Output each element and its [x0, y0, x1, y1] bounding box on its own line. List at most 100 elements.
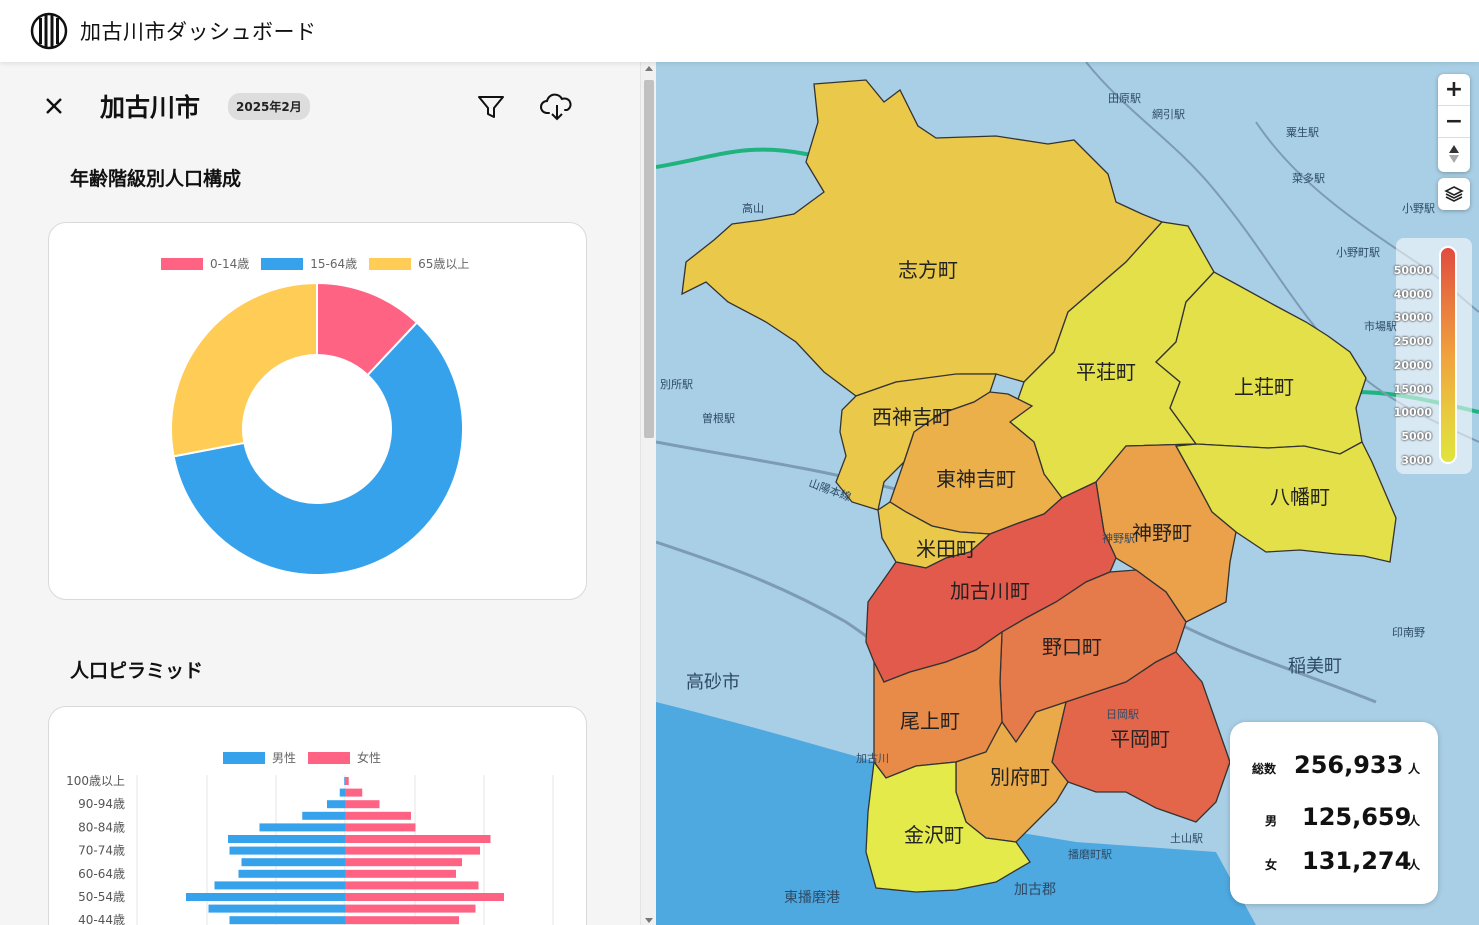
compass-icon[interactable] [1438, 138, 1470, 170]
place-label: 加古郡 [1014, 882, 1056, 898]
district-label: 西神吉町 [872, 405, 952, 429]
stat-value: 256,933 [1294, 751, 1404, 779]
place-label: 加古川 [856, 752, 889, 765]
district-label: 尾上町 [900, 709, 960, 733]
pyramid-bar-male[interactable] [241, 858, 346, 867]
place-label: 東播磨港 [784, 890, 840, 906]
pyramid-tick-label: 70-74歳 [78, 844, 125, 858]
legend-item-male[interactable]: 男性 [223, 749, 296, 766]
scroll-thumb[interactable] [644, 80, 654, 438]
legend-item-female[interactable]: 女性 [308, 749, 381, 766]
pyramid-bar-female[interactable] [345, 823, 416, 832]
stat-label: 男 [1265, 814, 1278, 828]
place-label: 神野駅 [1102, 531, 1135, 545]
zoom-out-button[interactable]: − [1438, 106, 1470, 138]
district-label: 志方町 [898, 258, 958, 282]
legend-item-15-64[interactable]: 15-64歳 [261, 255, 357, 272]
zoom-in-button[interactable]: + [1438, 74, 1470, 106]
pyramid-bar-male[interactable] [327, 800, 345, 809]
place-label: 土山駅 [1170, 832, 1203, 845]
place-label: 高山 [742, 201, 764, 215]
filter-icon[interactable] [476, 92, 506, 122]
scale-label: 20000 [1393, 359, 1432, 372]
pyramid-bar-male[interactable] [339, 788, 345, 797]
scroll-up-arrow[interactable] [645, 66, 653, 71]
pyramid-bar-female[interactable] [345, 869, 456, 878]
legend-item-0-14[interactable]: 0-14歳 [161, 255, 249, 272]
pyramid-bar-male[interactable] [208, 904, 346, 913]
pyramid-bar-male[interactable] [344, 777, 345, 785]
scale-label: 25000 [1393, 335, 1432, 348]
district-label: 八幡町 [1270, 485, 1330, 509]
pyramid-bar-female[interactable] [345, 916, 459, 925]
place-label: 市場駅 [1364, 319, 1397, 333]
stat-value: 125,659 [1302, 803, 1412, 831]
legend-label: 男性 [272, 751, 297, 765]
pyramid-bar-female[interactable] [345, 881, 479, 890]
color-scale-legend: 50000 40000 30000 25000 20000 15000 1000… [1393, 238, 1472, 474]
legend-label: 0-14歳 [210, 257, 250, 271]
pyramid-bar-female[interactable] [345, 904, 476, 913]
pyramid-bar-female[interactable] [345, 777, 349, 785]
place-label: 小野町駅 [1336, 246, 1380, 259]
place-label: 高砂市 [686, 672, 740, 693]
pyramid-bar-male[interactable] [302, 811, 345, 820]
city-title: 加古川市 [100, 93, 201, 122]
legend-item-65-plus[interactable]: 65歳以上 [369, 255, 469, 272]
pyramid-bar-female[interactable] [345, 893, 504, 901]
district-label: 平荘町 [1076, 360, 1136, 384]
scale-label: 30000 [1393, 311, 1432, 324]
district-label: 米田町 [916, 537, 976, 561]
donut-chart[interactable] [169, 279, 469, 579]
pyramid-bar-female[interactable] [345, 835, 491, 843]
district-label: 加古川町 [950, 579, 1030, 603]
pyramid-bar-male[interactable] [186, 893, 345, 901]
pyramid-bar-male[interactable] [259, 823, 346, 832]
scroll-down-arrow[interactable] [645, 918, 653, 923]
sidebar-panel: 加古川市 2025年2月 年齢階級別人口構成 0-14歳 15-64歳 65歳以… [0, 62, 656, 925]
cloud-download-icon[interactable] [540, 92, 574, 122]
donut-slice-65歳以上[interactable] [170, 281, 318, 458]
pyramid-bar-male[interactable] [238, 869, 346, 878]
legend-swatch [161, 257, 203, 270]
district-label: 別府町 [990, 765, 1050, 789]
stat-unit: 人 [1408, 814, 1421, 828]
pyramid-bar-female[interactable] [345, 800, 380, 809]
panel-header: 加古川市 2025年2月 [0, 82, 640, 132]
pyramid-bar-male[interactable] [214, 881, 346, 890]
legend-swatch [261, 257, 304, 270]
pyramid-legend: 男性 女性 [223, 749, 393, 766]
stat-value: 131,274 [1302, 847, 1412, 875]
pyramid-bar-female[interactable] [345, 846, 480, 855]
scale-label: 3000 [1401, 454, 1432, 467]
stat-row-male: 男 125,659 人 [1230, 800, 1438, 840]
stat-unit: 人 [1408, 858, 1421, 872]
population-pyramid-card: 男性 女性 100歳以上 90-94歳 80-84歳 70-74歳 60-64歳 50-5… [48, 706, 587, 925]
color-scale-bar [1439, 246, 1457, 464]
place-label: 播磨町駅 [1068, 847, 1112, 861]
pyramid-bar-female[interactable] [345, 788, 363, 797]
pyramid-bar-female[interactable] [345, 811, 411, 820]
pyramid-bar-male[interactable] [228, 835, 345, 843]
choropleth-map[interactable]: 志方町 平荘町 上荘町 西神吉町 東神吉町 八幡町 米田町 神野町 加古川町 野… [656, 62, 1479, 925]
place-label: 日岡駅 [1106, 708, 1139, 721]
legend-label: 15-64歳 [310, 257, 358, 271]
place-label: 粟生駅 [1286, 125, 1319, 139]
pyramid-bar-male[interactable] [229, 916, 346, 925]
pyramid-bar-female[interactable] [345, 858, 462, 867]
stat-label: 女 [1265, 858, 1278, 872]
pyramid-chart[interactable]: 100歳以上 90-94歳 80-84歳 70-74歳 60-64歳 50-54歳 40-4… [49, 771, 569, 925]
pyramid-bar-male[interactable] [229, 846, 346, 855]
age-composition-title: 年齢階級別人口構成 [70, 168, 242, 190]
scale-label: 10000 [1393, 406, 1432, 419]
stat-label: 総数 [1252, 762, 1277, 776]
close-icon[interactable] [40, 92, 68, 120]
stat-row-female: 女 131,274 人 [1230, 844, 1438, 884]
legend-label: 女性 [357, 751, 382, 765]
district-label: 東神吉町 [936, 467, 1016, 491]
layers-icon[interactable] [1438, 178, 1470, 210]
logo-icon [30, 12, 68, 50]
stat-unit: 人 [1408, 762, 1421, 776]
legend-swatch [369, 257, 412, 270]
sidebar-scrollbar[interactable] [640, 62, 656, 925]
